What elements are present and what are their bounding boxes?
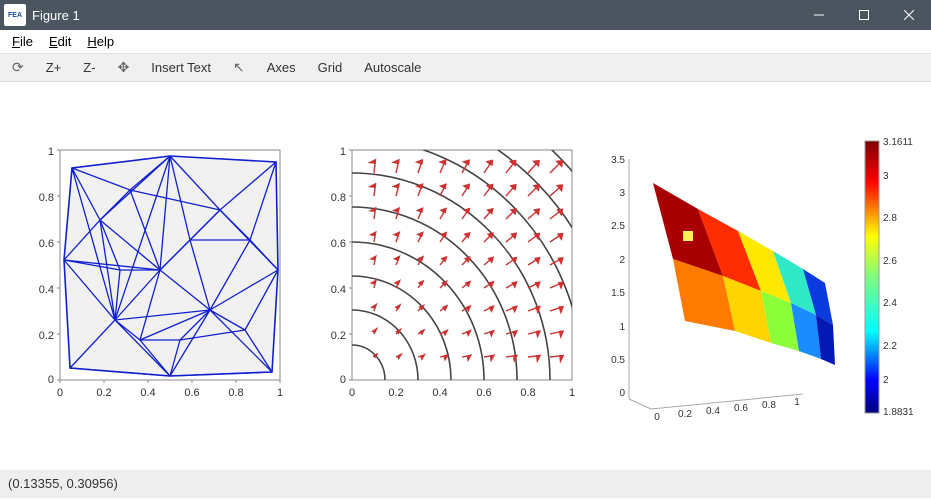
svg-text:0: 0 (57, 387, 63, 399)
svg-text:0.8: 0.8 (521, 387, 536, 399)
svg-text:0.2: 0.2 (331, 330, 346, 342)
svg-text:0: 0 (654, 412, 660, 423)
svg-text:3: 3 (619, 188, 625, 199)
close-button[interactable] (886, 0, 931, 30)
zoom-out-button[interactable]: Z- (77, 58, 101, 77)
window-title: Figure 1 (32, 8, 796, 23)
svg-text:0.2: 0.2 (678, 409, 692, 420)
svg-text:3: 3 (883, 171, 889, 182)
statusbar: (0.13355, 0.30956) (0, 470, 931, 498)
svg-text:2.6: 2.6 (883, 256, 897, 267)
svg-text:0.2: 0.2 (39, 330, 54, 342)
pan-icon[interactable]: ✥ (112, 57, 136, 78)
svg-text:0.4: 0.4 (39, 284, 54, 296)
svg-text:0.5: 0.5 (611, 355, 625, 366)
minimize-button[interactable] (796, 0, 841, 30)
plot-surface3d[interactable]: 0 0.5 1 1.5 2 2.5 3 3.5 0 0.2 0.4 0.6 0.8 1 (603, 121, 913, 431)
plot-contour-quiver[interactable]: 0 0.2 0.4 0.6 0.8 1 0 0.2 0.4 0.6 0.8 1 (310, 136, 590, 416)
svg-text:0.4: 0.4 (706, 406, 720, 417)
svg-text:0.2: 0.2 (389, 387, 404, 399)
svg-text:2.2: 2.2 (883, 341, 897, 352)
svg-text:1: 1 (277, 387, 283, 399)
svg-text:2: 2 (883, 375, 889, 386)
svg-text:1.5: 1.5 (611, 288, 625, 299)
svg-text:1: 1 (340, 146, 346, 158)
insert-text-button[interactable]: Insert Text (145, 58, 217, 77)
svg-text:0: 0 (619, 388, 625, 399)
svg-text:0.6: 0.6 (477, 387, 492, 399)
svg-text:0.6: 0.6 (331, 238, 346, 250)
svg-text:3.5: 3.5 (611, 155, 625, 166)
autoscale-button[interactable]: Autoscale (358, 58, 427, 77)
svg-text:0.8: 0.8 (331, 192, 346, 204)
svg-text:1: 1 (48, 146, 54, 158)
menubar: File Edit Help (0, 30, 931, 54)
svg-text:1: 1 (569, 387, 575, 399)
zoom-in-button[interactable]: Z+ (40, 58, 68, 77)
menu-file[interactable]: File (4, 32, 41, 51)
titlebar: FEA Figure 1 (0, 0, 931, 30)
cursor-icon[interactable]: ↖ (227, 57, 251, 78)
svg-text:0.8: 0.8 (229, 387, 244, 399)
svg-text:0.2: 0.2 (97, 387, 112, 399)
toolbar: ⟳ Z+ Z- ✥ Insert Text ↖ Axes Grid Autosc… (0, 54, 931, 82)
svg-text:1: 1 (619, 322, 625, 333)
app-icon: FEA (4, 4, 26, 26)
colorbar-max: 3.16113 (883, 137, 913, 148)
svg-text:2.4: 2.4 (883, 298, 897, 309)
svg-text:2: 2 (619, 255, 625, 266)
svg-text:0: 0 (48, 374, 54, 386)
svg-text:0.6: 0.6 (185, 387, 200, 399)
svg-text:0.8: 0.8 (39, 192, 54, 204)
cursor-coords: (0.13355, 0.30956) (8, 476, 118, 491)
svg-text:0.6: 0.6 (734, 403, 748, 414)
svg-text:0: 0 (349, 387, 355, 399)
svg-text:0.4: 0.4 (331, 284, 346, 296)
svg-text:1: 1 (794, 397, 800, 408)
svg-text:2.8: 2.8 (883, 213, 897, 224)
maximize-button[interactable] (841, 0, 886, 30)
svg-text:0.6: 0.6 (39, 238, 54, 250)
grid-button[interactable]: Grid (312, 58, 349, 77)
colorbar-min: 1.8831 (883, 407, 913, 418)
svg-text:0: 0 (340, 374, 346, 386)
svg-text:0.4: 0.4 (141, 387, 156, 399)
axes-button[interactable]: Axes (261, 58, 302, 77)
menu-help[interactable]: Help (79, 32, 122, 51)
canvas-area: 0 0.2 0.4 0.6 0.8 1 0 0.2 0.4 0.6 0.8 1 (0, 82, 931, 470)
menu-edit[interactable]: Edit (41, 32, 79, 51)
svg-text:2.5: 2.5 (611, 221, 625, 232)
svg-text:0.4: 0.4 (433, 387, 448, 399)
plot-mesh[interactable]: 0 0.2 0.4 0.6 0.8 1 0 0.2 0.4 0.6 0.8 1 (18, 136, 298, 416)
rotate-icon[interactable]: ⟳ (6, 57, 30, 78)
svg-text:0.8: 0.8 (762, 400, 776, 411)
